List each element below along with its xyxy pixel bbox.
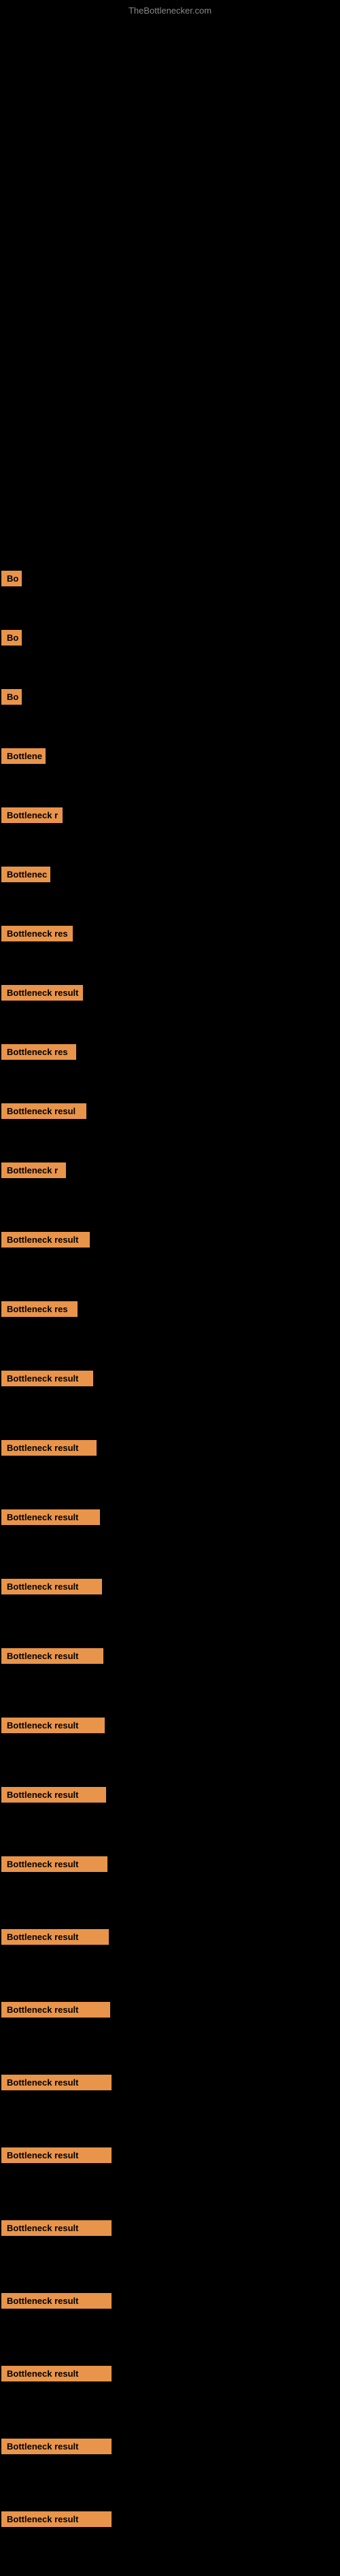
list-item: Bottleneck result — [0, 1365, 340, 1392]
list-item: Bottleneck res — [0, 1039, 340, 1065]
bottleneck-result-label: Bottleneck result — [1, 2002, 110, 2018]
list-item: Bottleneck result — [0, 2142, 340, 2169]
list-item: Bottleneck result — [0, 2433, 340, 2460]
site-title: TheBottlenecker.com — [0, 0, 340, 18]
list-item: Bottleneck result — [0, 1435, 340, 1461]
list-item: Bo — [0, 684, 340, 710]
bottleneck-result-label: Bottlenec — [1, 867, 50, 882]
list-item: Bottleneck result — [0, 1226, 340, 1253]
bottleneck-result-label: Bottleneck result — [1, 2511, 112, 2527]
bottleneck-result-label: Bottleneck result — [1, 2293, 112, 2309]
bottleneck-result-label: Bottleneck result — [1, 2147, 112, 2163]
list-item: Bottleneck result — [0, 1996, 340, 2023]
bottleneck-result-label: Bottleneck result — [1, 1648, 103, 1664]
list-item: Bottlene — [0, 743, 340, 769]
list-item: Bottleneck result — [0, 1924, 340, 1950]
bottleneck-result-label: Bottleneck result — [1, 2439, 112, 2454]
bottleneck-result-label: Bottleneck r — [1, 807, 63, 823]
bottleneck-result-label: Bo — [1, 689, 22, 705]
list-item: Bottleneck result — [0, 1851, 340, 1877]
list-item: Bottleneck result — [0, 2506, 340, 2532]
bottleneck-result-label: Bottleneck result — [1, 1232, 90, 1248]
bottleneck-result-label: Bottleneck res — [1, 926, 73, 941]
bottleneck-result-label: Bottleneck result — [1, 2366, 112, 2381]
list-item: Bottleneck result — [0, 1712, 340, 1739]
bottleneck-result-label: Bottleneck result — [1, 1718, 105, 1733]
list-item: Bottleneck res — [0, 920, 340, 947]
bottleneck-result-label: Bo — [1, 630, 22, 646]
list-item: Bottleneck result — [0, 2069, 340, 2096]
list-item: Bo — [0, 565, 340, 592]
list-item: Bottlenec — [0, 861, 340, 888]
bottleneck-result-label: Bottleneck result — [1, 1440, 97, 1456]
bottleneck-result-label: Bottleneck result — [1, 1929, 109, 1945]
bottleneck-result-label: Bottleneck result — [1, 985, 83, 1001]
list-item: Bottleneck result — [0, 2360, 340, 2387]
list-item: Bottleneck result — [0, 980, 340, 1006]
bottleneck-result-label: Bottleneck result — [1, 1787, 106, 1803]
list-item: Bottleneck result — [0, 1643, 340, 1669]
list-item: Bottleneck r — [0, 1157, 340, 1184]
list-item: Bottleneck result — [0, 2215, 340, 2241]
bottleneck-result-label: Bottleneck result — [1, 1509, 100, 1525]
list-item: Bottleneck result — [0, 1573, 340, 1600]
list-item: Bottleneck resul — [0, 1098, 340, 1124]
list-item: Bottleneck res — [0, 1296, 340, 1322]
list-item: Bo — [0, 624, 340, 651]
bottleneck-result-label: Bottleneck result — [1, 1579, 102, 1594]
bottleneck-result-label: Bottleneck result — [1, 2220, 112, 2236]
bottleneck-result-label: Bottleneck r — [1, 1162, 66, 1178]
bottleneck-result-label: Bottleneck result — [1, 2075, 112, 2090]
bottleneck-result-label: Bottleneck res — [1, 1301, 78, 1317]
list-item: Bottleneck result — [0, 1782, 340, 1808]
bottleneck-result-label: Bo — [1, 571, 22, 586]
bottleneck-result-label: Bottleneck result — [1, 1371, 93, 1386]
bottleneck-result-label: Bottleneck result — [1, 1856, 107, 1872]
list-item: Bottleneck result — [0, 1504, 340, 1530]
list-item: Bottleneck r — [0, 802, 340, 829]
bottleneck-result-label: Bottleneck res — [1, 1044, 76, 1060]
bottleneck-result-label: Bottlene — [1, 748, 46, 764]
bottleneck-result-label: Bottleneck resul — [1, 1103, 86, 1119]
list-item: Bottleneck result — [0, 2288, 340, 2314]
